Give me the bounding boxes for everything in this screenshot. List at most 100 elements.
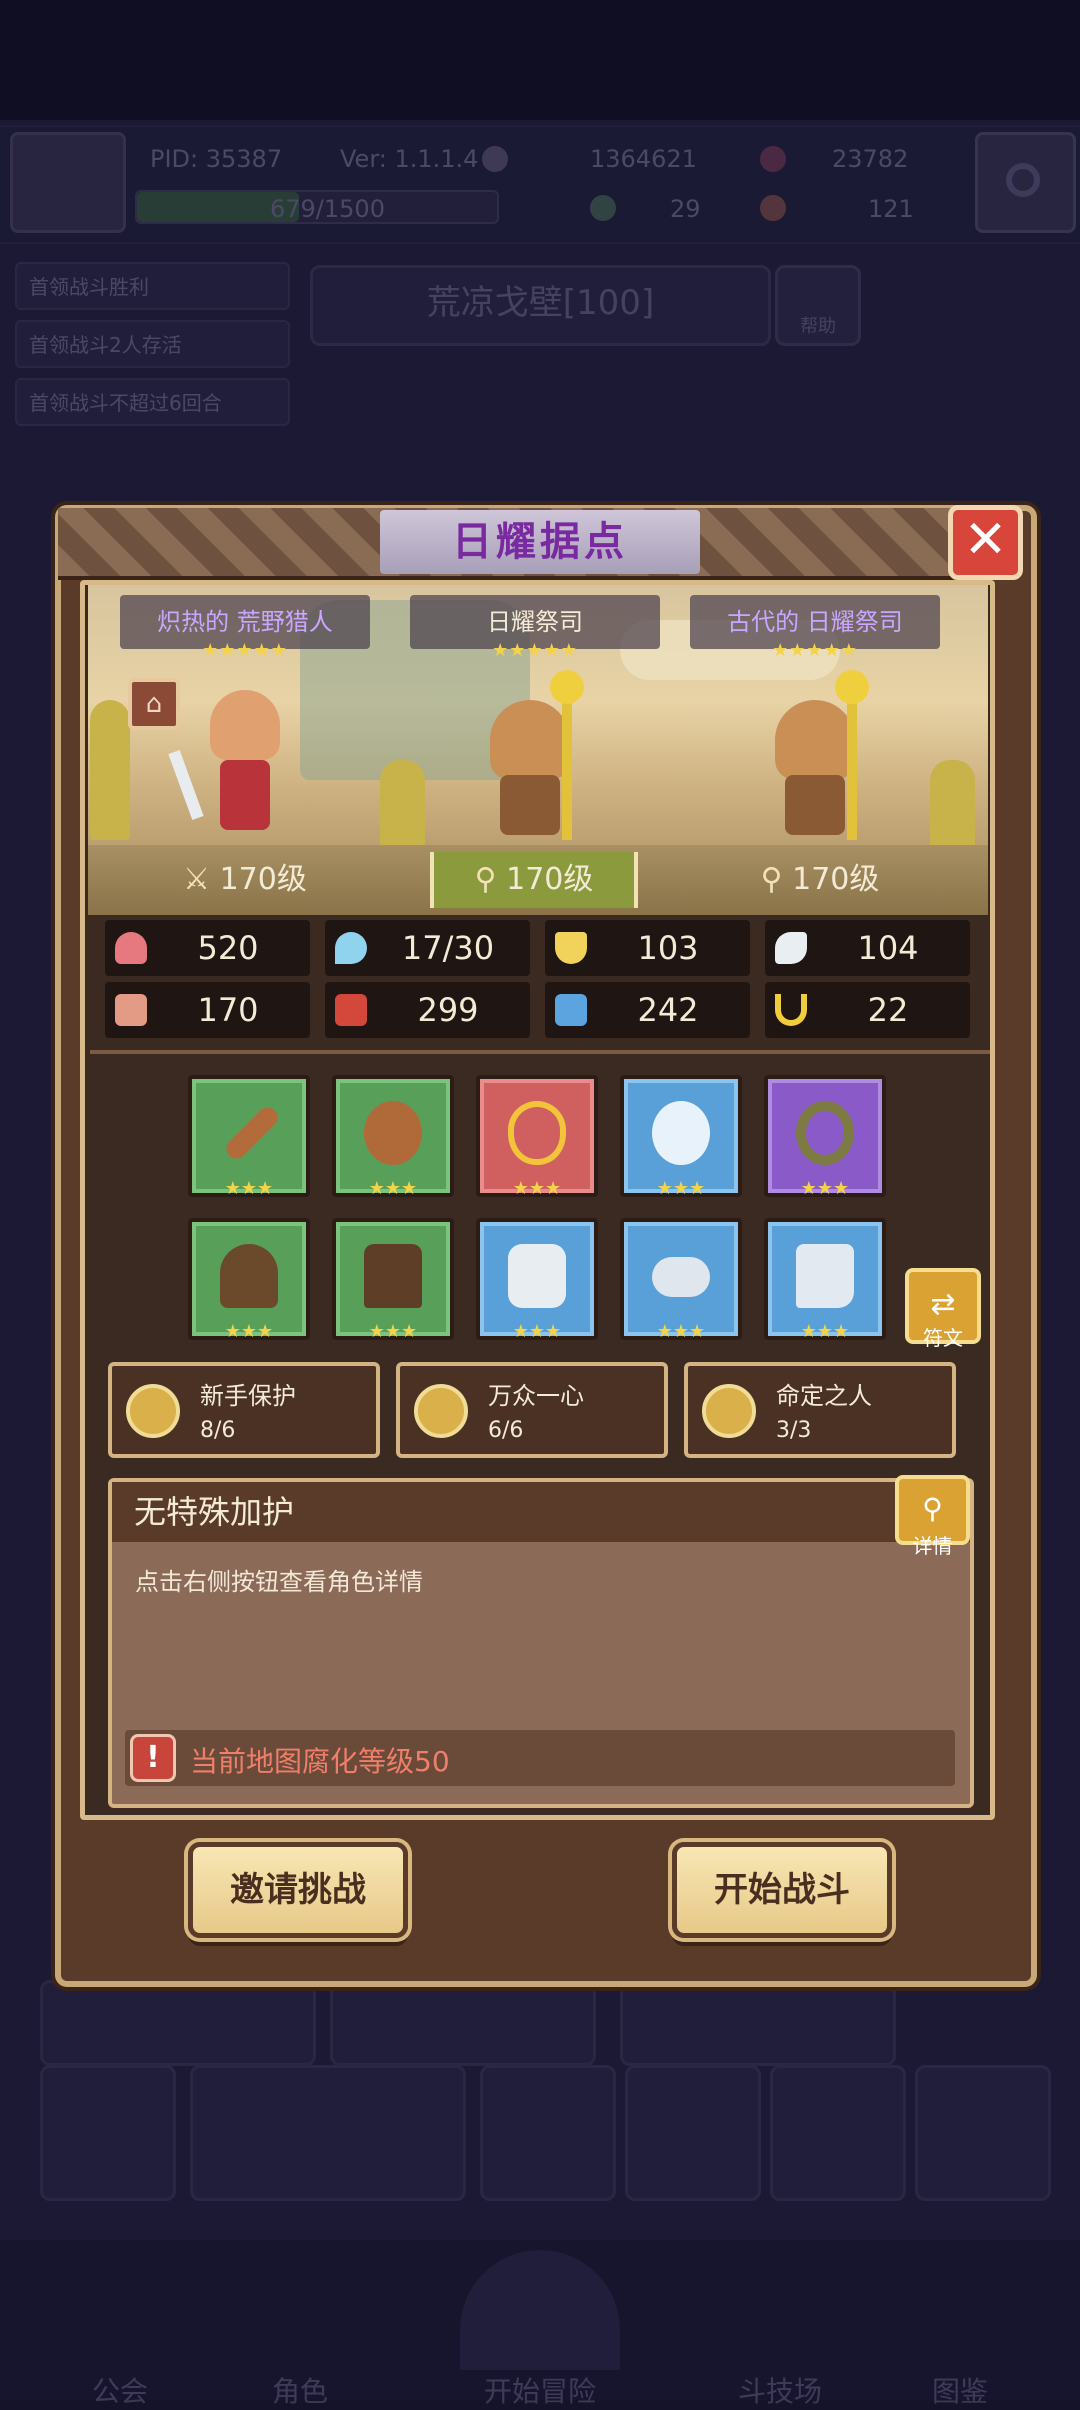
blessing-title: 无特殊加护	[112, 1482, 970, 1542]
buff-card[interactable]: 新手保护 8/6	[108, 1362, 380, 1458]
shield-icon	[555, 932, 587, 964]
equip-boots[interactable]: ★★★	[764, 1218, 886, 1342]
character-stars: ★★★★★	[202, 640, 288, 661]
ancient-priest-sprite[interactable]	[755, 670, 875, 850]
key-count: 121	[868, 195, 914, 223]
stat-value: 103	[637, 929, 699, 967]
alert-icon: !	[130, 1734, 176, 1782]
start-battle-button[interactable]: 开始战斗	[672, 1842, 892, 1938]
leather-hat-icon	[220, 1244, 278, 1308]
buff-value: 3/3	[776, 1418, 812, 1443]
equip-stars: ★★★	[368, 1178, 418, 1199]
hunter-sprite[interactable]	[168, 680, 300, 850]
stat-value: 299	[417, 991, 479, 1029]
map-title[interactable]: 荒凉戈壁[100]	[310, 265, 771, 346]
equip-orb[interactable]: ★★★	[620, 1075, 742, 1199]
map-tile	[40, 1980, 316, 2066]
stat-value: 22	[867, 991, 909, 1029]
close-button[interactable]: ✕	[948, 505, 1023, 580]
equip-necklace[interactable]: ★★★	[476, 1075, 598, 1199]
horseshoe-icon	[775, 994, 807, 1026]
cactus-decoration	[90, 700, 130, 840]
priest-body	[785, 775, 845, 835]
silver-belt-icon	[652, 1257, 710, 1297]
nav-arena[interactable]: 斗技场	[680, 2370, 880, 2410]
hunter-body	[220, 760, 270, 830]
heart-icon	[115, 932, 147, 964]
settings-button[interactable]	[975, 132, 1076, 233]
divider	[90, 1050, 990, 1054]
invite-challenge-button[interactable]: 邀请挑战	[188, 1842, 408, 1938]
equip-stars: ★★★	[656, 1321, 706, 1342]
book-icon	[335, 994, 367, 1026]
nav-character[interactable]: 角色	[200, 2370, 400, 2410]
character-stars: ★★★★★	[492, 640, 578, 661]
boot-icon	[555, 994, 587, 1026]
leather-armor-icon	[364, 1244, 422, 1308]
top-hud	[0, 125, 1080, 244]
magnifier-icon: ⚲	[922, 1492, 943, 1525]
equip-stars: ★★★	[800, 1321, 850, 1342]
buff-card[interactable]: 命定之人 3/3	[684, 1362, 956, 1458]
slot-tile	[770, 2065, 906, 2201]
buff-value: 8/6	[200, 1418, 236, 1443]
club-icon	[222, 1103, 282, 1163]
equip-stars: ★★★	[368, 1321, 418, 1342]
stat-hp: 520	[105, 920, 310, 976]
priest-sprite[interactable]	[470, 670, 590, 850]
equip-ring[interactable]: ★★★	[764, 1075, 886, 1199]
equip-belt[interactable]: ★★★	[620, 1218, 742, 1342]
character-level[interactable]: ⚔ 170级	[145, 852, 345, 908]
player-avatar[interactable]	[10, 132, 126, 233]
equip-armor[interactable]: ★★★	[332, 1218, 454, 1342]
key-icon	[760, 195, 786, 221]
stat-speed: 242	[545, 982, 750, 1038]
nav-guild[interactable]: 公会	[20, 2370, 220, 2410]
slot-tile	[915, 2065, 1051, 2201]
character-level-selected[interactable]: ⚲ 170级	[430, 852, 638, 908]
equip-gloves[interactable]: ★★★	[476, 1218, 598, 1342]
gold-count: 1364621	[590, 145, 697, 173]
buff-card[interactable]: 万众一心 6/6	[396, 1362, 668, 1458]
stat-value: 520	[197, 929, 259, 967]
bell-coin-icon	[414, 1384, 468, 1438]
buff-name: 命定之人	[776, 1382, 872, 1410]
slot-tile	[625, 2065, 761, 2201]
silver-gauntlet-icon	[508, 1244, 566, 1308]
help-button[interactable]: 帮助	[775, 265, 861, 346]
hunter-head	[210, 690, 280, 760]
swap-icon: ⇄	[930, 1287, 956, 1322]
sword-level-icon: ⚔	[183, 862, 220, 897]
priest-head	[775, 700, 855, 780]
priest-body	[500, 775, 560, 835]
version-text: Ver: 1.1.1.4	[340, 145, 479, 173]
equip-shield[interactable]: ★★★	[332, 1075, 454, 1199]
gear-icon	[1006, 163, 1040, 197]
slot-tile	[190, 2065, 466, 2201]
wooden-shield-icon	[364, 1101, 422, 1165]
crystal-orb-icon	[652, 1101, 710, 1165]
priest-head	[490, 700, 570, 780]
coin-icon	[482, 146, 508, 172]
nav-codex[interactable]: 图鉴	[860, 2370, 1060, 2410]
equip-stars: ★★★	[512, 1321, 562, 1342]
slot-tile	[40, 2065, 176, 2201]
nav-adventure[interactable]: 开始冒险	[440, 2370, 640, 2410]
equip-weapon[interactable]: ★★★	[188, 1075, 310, 1199]
map-tile	[330, 1980, 596, 2066]
staff-level-icon: ⚲	[760, 862, 793, 897]
clover-icon	[590, 195, 616, 221]
help-label: 帮助	[800, 316, 836, 337]
stat-luck: 22	[765, 982, 970, 1038]
equip-stars: ★★★	[512, 1178, 562, 1199]
equip-helmet[interactable]: ★★★	[188, 1218, 310, 1342]
stat-attack: 170	[105, 982, 310, 1038]
close-icon: ✕	[963, 510, 1008, 570]
character-level[interactable]: ⚲ 170级	[720, 852, 920, 908]
gold-necklace-icon	[508, 1101, 566, 1165]
cactus-decoration	[930, 760, 975, 850]
equip-stars: ★★★	[656, 1178, 706, 1199]
banner-icon[interactable]: ⌂	[128, 678, 180, 730]
dialog-title: 日耀据点	[380, 510, 700, 574]
buff-name: 万众一心	[488, 1382, 584, 1410]
